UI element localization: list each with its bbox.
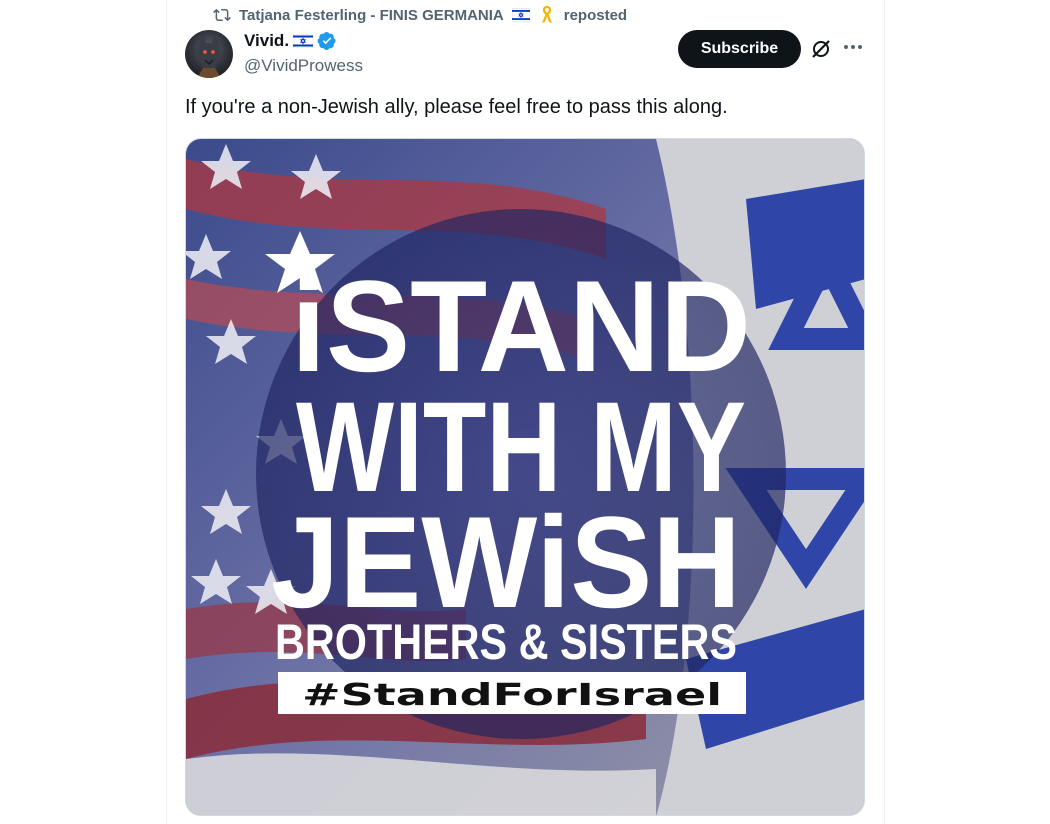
graphic-hashtag: #StandForIsrael (302, 678, 722, 713)
author-name-row[interactable]: Vivid. (244, 31, 337, 51)
repost-indicator: Tatjana Festerling - FINIS GERMANIA repo… (213, 5, 627, 25)
repost-label: reposted (563, 6, 628, 24)
yellow-ribbon-icon (541, 6, 552, 23)
stand-with-israel-graphic: iSTAND WITH MY JEWiSH BROTHERS & SISTERS… (186, 139, 864, 815)
israel-flag-icon (293, 34, 314, 48)
tweet-text: If you're a non-Jewish ally, please feel… (185, 96, 728, 118)
verified-badge-icon[interactable] (317, 31, 337, 51)
author-name[interactable]: Vivid. (244, 31, 289, 51)
grok-icon[interactable] (810, 38, 832, 60)
subscribe-button[interactable]: Subscribe (678, 30, 801, 68)
author-handle[interactable]: @VividProwess (244, 56, 363, 76)
more-options-icon[interactable] (842, 36, 864, 58)
tweet-image[interactable]: iSTAND WITH MY JEWiSH BROTHERS & SISTERS… (185, 138, 865, 816)
israel-flag-icon (511, 8, 530, 22)
graphic-line-4: BROTHERS & SISTERS (275, 614, 737, 670)
repost-user[interactable]: Tatjana Festerling - FINIS GERMANIA (239, 7, 504, 24)
avatar[interactable] (185, 30, 233, 78)
repost-icon (213, 8, 231, 22)
wolf-avatar-icon (197, 34, 221, 78)
